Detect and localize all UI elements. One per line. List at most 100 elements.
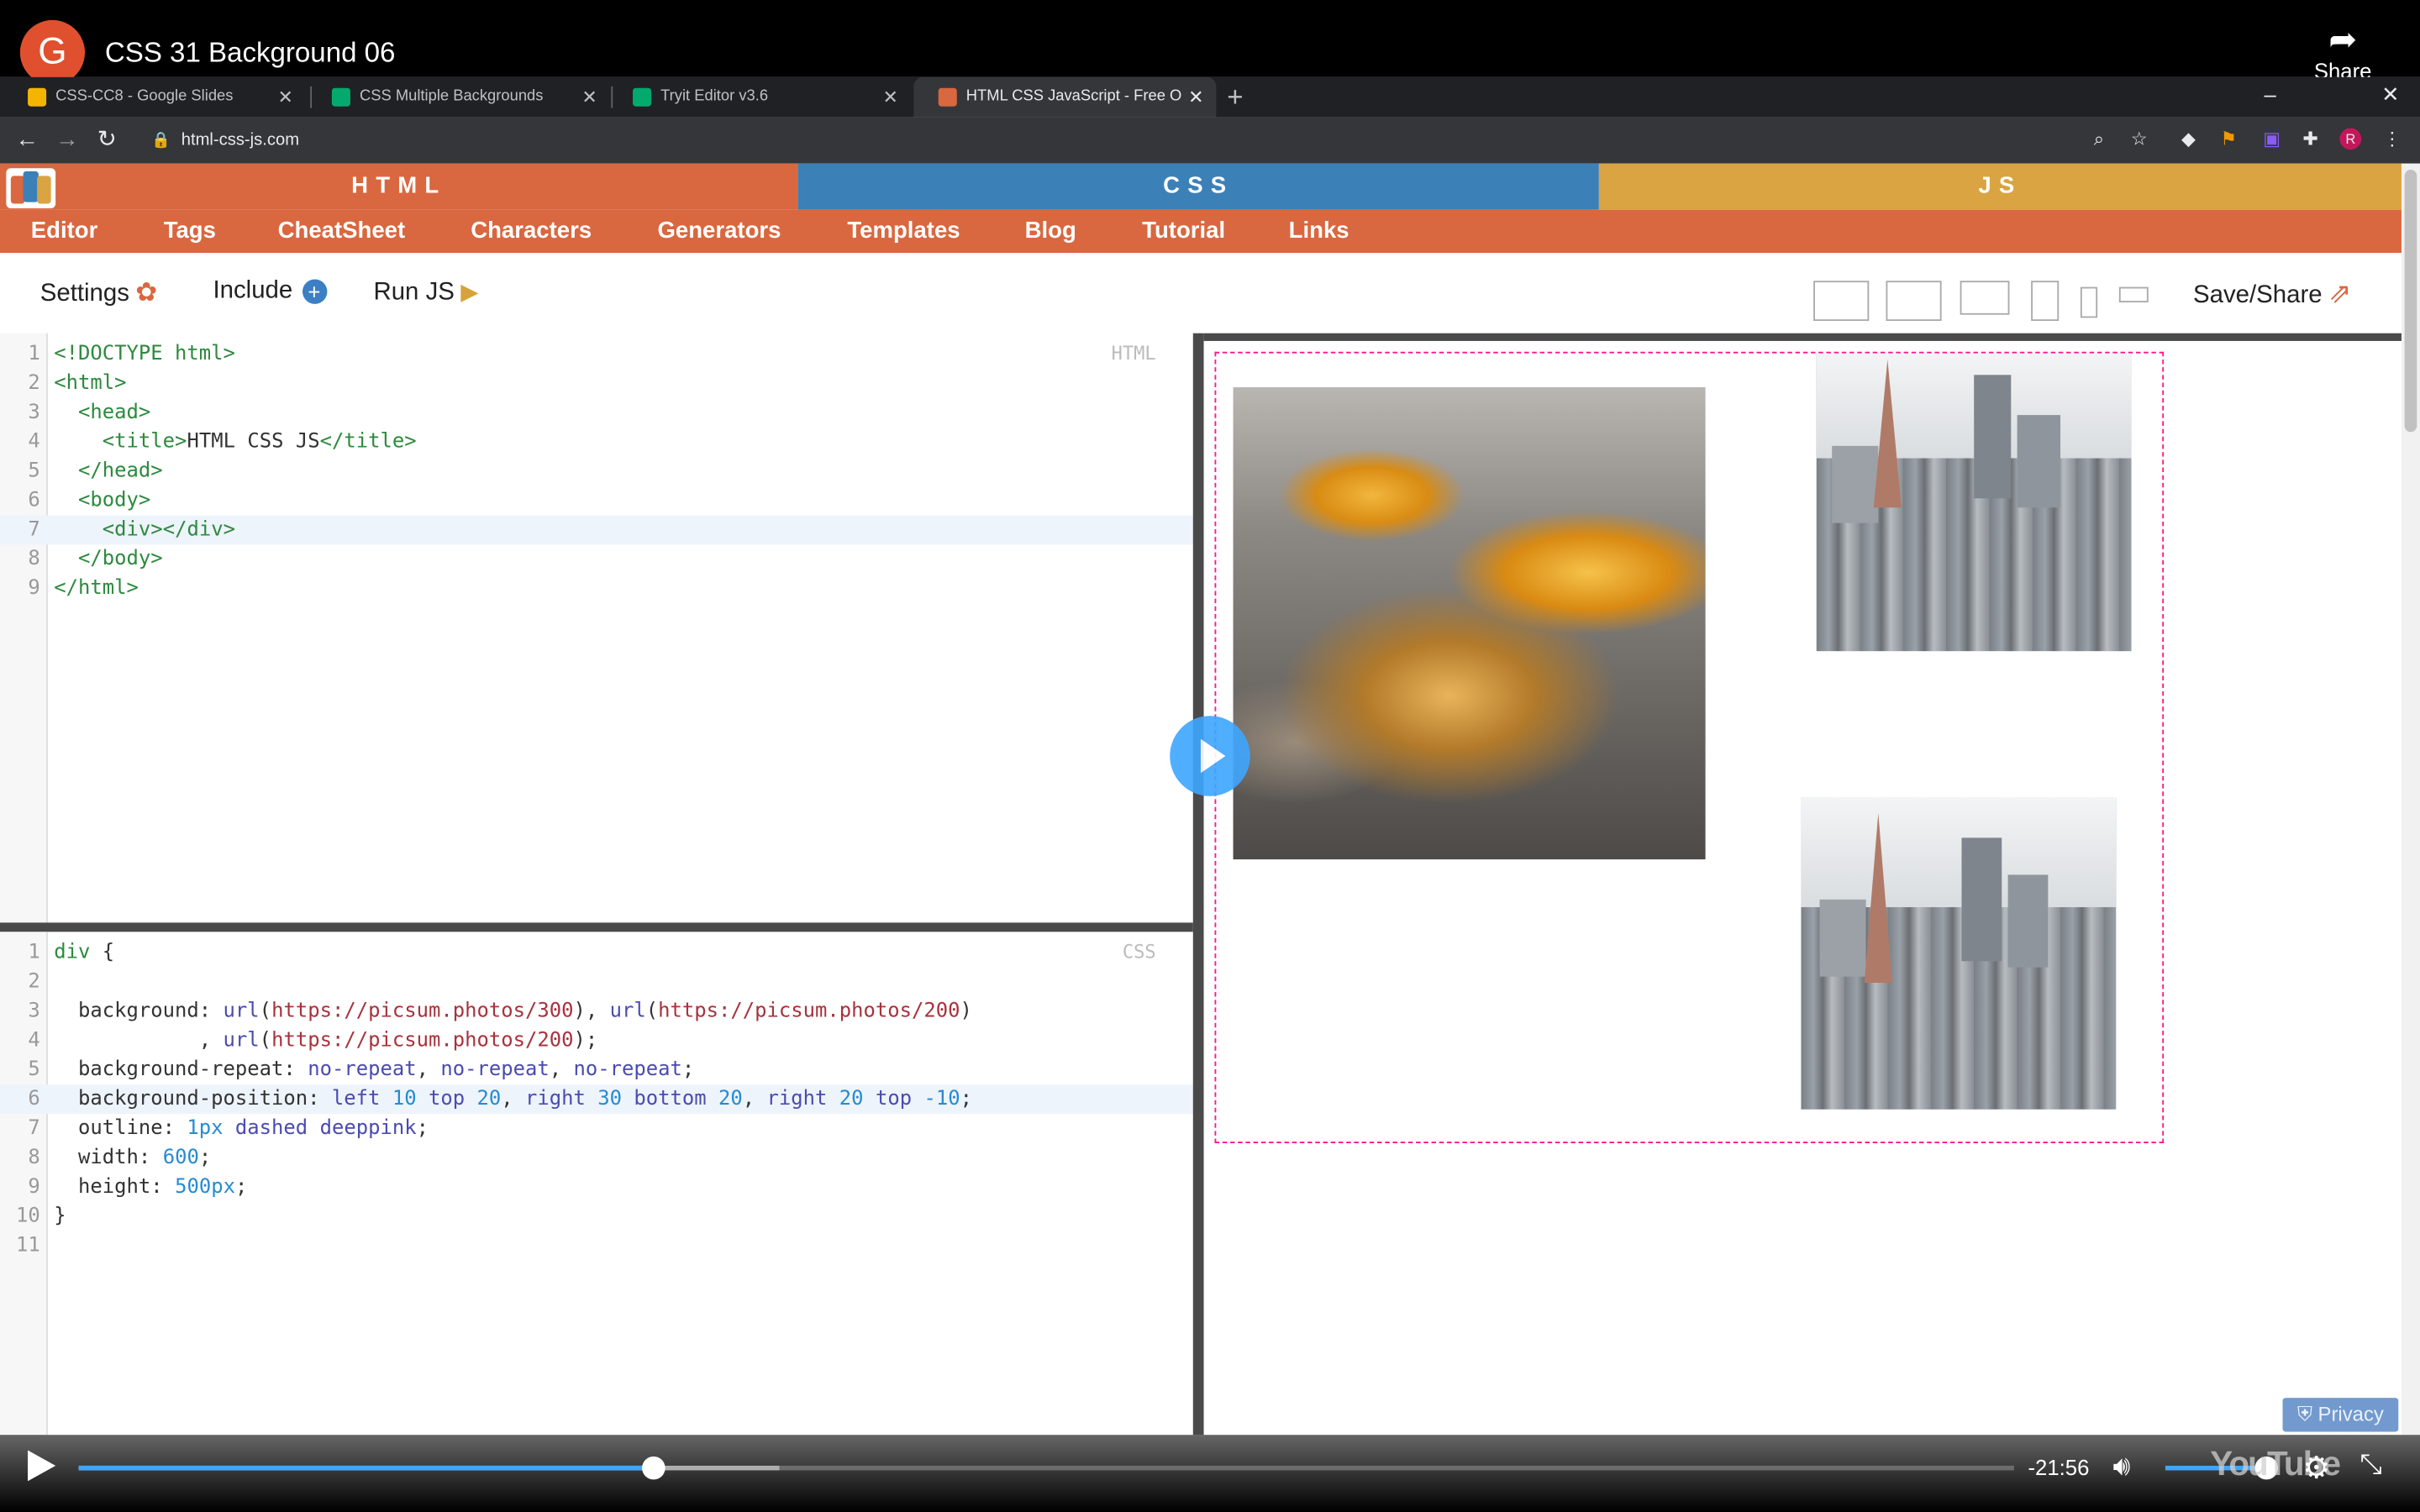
forward-arrow-icon[interactable]: → [55, 125, 79, 156]
code-line[interactable]: 1 <!DOCTYPE html> [0, 339, 1193, 369]
code-line[interactable]: 6 background-position: left 10 top 20, r… [0, 1084, 1193, 1115]
code-text[interactable]: <html> [54, 369, 126, 398]
code-line[interactable]: 5 </head> [0, 457, 1193, 486]
html-editor[interactable]: HTML 1 <!DOCTYPE html> 2 <html> 3 <head> 4 <t… [0, 333, 1193, 923]
code-line[interactable]: 8 width: 600; [0, 1143, 1193, 1173]
band-html[interactable]: HTML [0, 163, 798, 210]
nav-editor[interactable]: Editor [31, 210, 98, 253]
fullscreen-icon[interactable]: ⤡ [2360, 1449, 2381, 1482]
nav-tags[interactable]: Tags [164, 210, 216, 253]
code-text[interactable]: outline: 1px dashed deeppink; [54, 1114, 429, 1143]
site-logo[interactable] [6, 168, 56, 208]
nav-tutorial[interactable]: Tutorial [1142, 210, 1225, 253]
code-line[interactable]: 3 <head> [0, 398, 1193, 428]
code-text[interactable]: </body> [54, 544, 163, 574]
code-text[interactable]: </head> [54, 457, 163, 486]
star-icon[interactable]: ☆ [2128, 128, 2150, 150]
play-overlay-icon[interactable] [1170, 716, 1250, 796]
vertical-splitter[interactable] [1192, 333, 1204, 1436]
code-text[interactable]: <!DOCTYPE html> [54, 339, 235, 369]
extension-icon[interactable]: ◆ [2178, 128, 2200, 150]
share-button[interactable]: ➦ Share [2311, 21, 2375, 83]
browser-tab[interactable]: CSS-CC8 - Google Slides ✕ [3, 77, 306, 118]
band-js[interactable]: JS [1598, 163, 2402, 210]
back-arrow-icon[interactable]: ← [15, 125, 39, 156]
progress-bar[interactable] [78, 1456, 2014, 1480]
close-tab-icon[interactable]: ✕ [277, 77, 292, 118]
close-tab-icon[interactable]: ✕ [581, 77, 597, 118]
code-line[interactable]: 2 <html> [0, 369, 1193, 398]
mobile-icon[interactable] [2080, 286, 2098, 318]
puzzle-icon[interactable]: ✚ [2300, 128, 2322, 150]
channel-avatar[interactable]: G [19, 19, 86, 86]
nav-blog[interactable]: Blog [1025, 210, 1076, 253]
page-scrollbar[interactable] [2401, 163, 2420, 1436]
desktop-icon[interactable] [1960, 281, 2010, 315]
code-text[interactable]: background-repeat: no-repeat, no-repeat,… [54, 1055, 694, 1084]
layout-grid-icon[interactable] [1813, 281, 1870, 322]
profile-avatar[interactable]: R [2339, 128, 2362, 150]
code-text[interactable]: <title>HTML CSS JS</title> [54, 428, 417, 457]
volume-icon[interactable]: 🔊︎ [2112, 1451, 2130, 1483]
code-line[interactable]: 2 [0, 968, 1193, 997]
extension-icon[interactable]: ⚑ [2217, 128, 2239, 150]
tablet-icon[interactable] [2031, 281, 2060, 322]
nav-templates[interactable]: Templates [847, 210, 960, 253]
pane-splitter[interactable] [0, 922, 1193, 932]
nav-links[interactable]: Links [1289, 210, 1349, 253]
code-line[interactable]: 7 <div></div> [0, 515, 1193, 545]
include-button[interactable]: Include + [213, 278, 327, 306]
video-title[interactable]: CSS 31 Background 06 [105, 37, 396, 70]
run-js-button[interactable]: Run JS ▶ [373, 278, 478, 307]
play-icon[interactable] [28, 1450, 56, 1482]
minimize-icon[interactable]: – [2264, 77, 2275, 111]
zoom-icon[interactable]: ⌕ [2088, 128, 2110, 150]
code-line[interactable]: 4 , url(https://picsum.photos/200); [0, 1026, 1193, 1055]
code-text[interactable]: background-position: left 10 top 20, rig… [54, 1084, 972, 1114]
save-share-button[interactable]: Save/Share ⇗ [2193, 278, 2352, 311]
code-text[interactable]: } [54, 1202, 66, 1231]
code-line[interactable]: 1 div { [0, 938, 1193, 968]
code-line[interactable]: 7 outline: 1px dashed deeppink; [0, 1114, 1193, 1143]
nav-cheatsheet[interactable]: CheatSheet [278, 210, 406, 253]
code-line[interactable]: 4 <title>HTML CSS JS</title> [0, 428, 1193, 457]
code-line[interactable]: 8 </body> [0, 544, 1193, 574]
privacy-badge[interactable]: ⛨ Privacy [2282, 1398, 2399, 1432]
code-line[interactable]: 6 <body> [0, 486, 1193, 516]
code-text[interactable]: div { [54, 938, 114, 968]
close-window-icon[interactable]: ✕ [2381, 77, 2400, 111]
browser-tab[interactable]: CSS Multiple Backgrounds ✕ [308, 77, 610, 118]
progress-knob[interactable] [642, 1456, 666, 1480]
settings-gear-icon[interactable]: ⚙ [2302, 1449, 2330, 1488]
browser-tab[interactable]: Tryit Editor v3.6 ✕ [608, 77, 911, 118]
nav-characters[interactable]: Characters [471, 210, 592, 253]
scrollbar-thumb[interactable] [2404, 170, 2417, 433]
browser-tab-active[interactable]: HTML CSS JavaScript - Free Onli ✕ [913, 76, 1217, 118]
code-text[interactable]: <div></div> [54, 515, 235, 544]
code-line[interactable]: 5 background-repeat: no-repeat, no-repea… [0, 1055, 1193, 1084]
css-editor[interactable]: CSS 1 div {2 3 background: url(https://pic… [0, 932, 1193, 1436]
close-tab-icon[interactable]: ✕ [882, 77, 897, 118]
code-line[interactable]: 11 [0, 1231, 1193, 1261]
code-text[interactable]: <body> [54, 486, 150, 516]
code-line[interactable]: 3 background: url(https://picsum.photos/… [0, 997, 1193, 1026]
layout-split-icon[interactable] [1886, 281, 1942, 322]
reload-icon[interactable]: ↻ [97, 125, 117, 156]
code-line[interactable]: 9 height: 500px; [0, 1173, 1193, 1202]
menu-dots-icon[interactable]: ⋮ [2381, 128, 2403, 150]
code-text[interactable]: width: 600; [54, 1143, 211, 1173]
mobile-landscape-icon[interactable] [2118, 286, 2149, 302]
url-field[interactable]: 🔒 html-css-js.com [151, 125, 299, 156]
code-text[interactable]: </html> [54, 574, 139, 603]
code-text[interactable]: background: url(https://picsum.photos/30… [54, 997, 972, 1026]
code-line[interactable]: 10} [0, 1202, 1193, 1231]
extension-icon[interactable]: ▣ [2261, 128, 2283, 150]
settings-button[interactable]: Settings ✿ [40, 278, 158, 309]
code-line[interactable]: 9 </html> [0, 574, 1193, 603]
nav-generators[interactable]: Generators [657, 210, 781, 253]
new-tab-plus-icon[interactable]: + [1227, 81, 1243, 114]
code-text[interactable]: height: 500px; [54, 1173, 247, 1202]
band-css[interactable]: CSS [797, 163, 1599, 210]
code-text[interactable]: , url(https://picsum.photos/200); [54, 1026, 597, 1055]
code-text[interactable]: <head> [54, 398, 150, 428]
